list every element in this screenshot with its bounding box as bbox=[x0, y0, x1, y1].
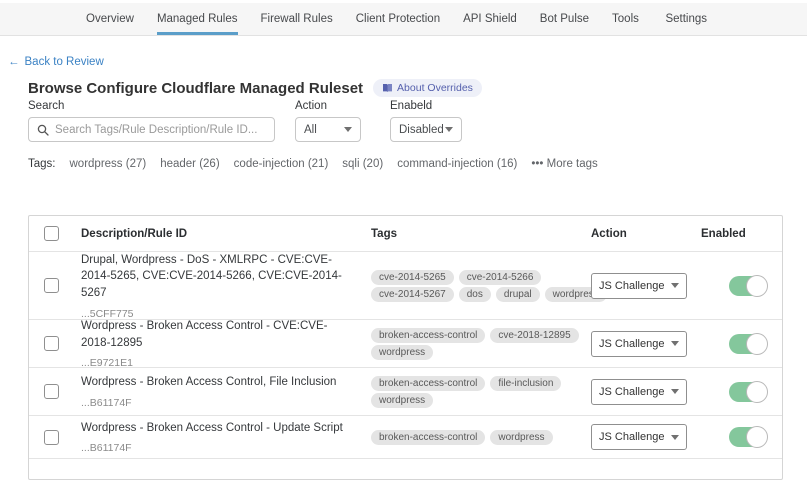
tag-filter-wordpress[interactable]: wordpress (27) bbox=[70, 158, 147, 170]
rule-id: ...B61174F bbox=[81, 397, 353, 409]
select-all-checkbox[interactable] bbox=[44, 226, 59, 241]
table-row: Drupal, Wordpress - DoS - XMLRPC - CVE:C… bbox=[29, 252, 782, 320]
toggle-knob bbox=[746, 381, 768, 403]
table-row: Wordpress - Broken Access Control - Upda… bbox=[29, 416, 782, 459]
search-box bbox=[28, 117, 275, 142]
action-dropdown-value: JS Challenge bbox=[599, 280, 664, 292]
table-row-partial bbox=[29, 459, 782, 479]
book-icon bbox=[382, 83, 393, 93]
tag-filter-sqli[interactable]: sqli (20) bbox=[342, 158, 383, 170]
page-title: Browse Configure Cloudflare Managed Rule… bbox=[28, 80, 363, 97]
tags-quick-filter-bar: Tags: wordpress (27) header (26) code-in… bbox=[28, 158, 598, 170]
about-overrides-badge[interactable]: About Overrides bbox=[373, 79, 482, 97]
page-heading-row: Browse Configure Cloudflare Managed Rule… bbox=[28, 79, 482, 97]
action-select-value: All bbox=[304, 124, 317, 136]
tab-settings[interactable]: Settings bbox=[665, 3, 707, 35]
enabled-toggle[interactable] bbox=[729, 276, 767, 296]
action-dropdown[interactable]: JS Challenge bbox=[591, 379, 687, 405]
tag-filter-command-injection[interactable]: command-injection (16) bbox=[397, 158, 517, 170]
back-to-review-link[interactable]: ← Back to Review bbox=[8, 56, 104, 68]
header-enabled: Enabled bbox=[701, 228, 782, 240]
enabled-toggle[interactable] bbox=[729, 334, 767, 354]
tag-pill: wordpress bbox=[371, 345, 433, 360]
tab-firewall-rules[interactable]: Firewall Rules bbox=[261, 3, 333, 35]
managed-rules-table: Description/Rule ID Tags Action Enabled … bbox=[28, 215, 783, 480]
tab-client-protection[interactable]: Client Protection bbox=[356, 3, 440, 35]
action-filter: Action All bbox=[295, 100, 361, 142]
search-input[interactable] bbox=[55, 124, 266, 136]
header-tags: Tags bbox=[371, 228, 591, 240]
chevron-down-icon bbox=[671, 389, 679, 394]
action-dropdown-value: JS Challenge bbox=[599, 338, 664, 350]
rule-description: Drupal, Wordpress - DoS - XMLRPC - CVE:C… bbox=[81, 252, 353, 302]
tags-bar-label: Tags: bbox=[28, 158, 56, 170]
tag-pill: file-inclusion bbox=[490, 376, 561, 391]
more-tags-button[interactable]: ••• More tags bbox=[531, 158, 597, 170]
about-overrides-label: About Overrides bbox=[397, 82, 473, 94]
row-checkbox[interactable] bbox=[44, 384, 59, 399]
rule-description: Wordpress - Broken Access Control - CVE:… bbox=[81, 318, 353, 351]
tag-pill: broken-access-control bbox=[371, 376, 485, 391]
chevron-down-icon bbox=[671, 283, 679, 288]
tag-pill: broken-access-control bbox=[371, 328, 485, 343]
toggle-knob bbox=[746, 333, 768, 355]
tab-bot-pulse[interactable]: Bot Pulse bbox=[540, 3, 589, 35]
chevron-down-icon bbox=[671, 435, 679, 440]
row-checkbox[interactable] bbox=[44, 430, 59, 445]
table-row: Wordpress - Broken Access Control, File … bbox=[29, 368, 782, 416]
action-dropdown-value: JS Challenge bbox=[599, 386, 664, 398]
tag-pill: cve-2014-5265 bbox=[371, 270, 454, 285]
action-select[interactable]: All bbox=[295, 117, 361, 142]
row-checkbox[interactable] bbox=[44, 336, 59, 351]
table-row: Wordpress - Broken Access Control - CVE:… bbox=[29, 320, 782, 368]
chevron-down-icon bbox=[445, 127, 453, 132]
action-dropdown[interactable]: JS Challenge bbox=[591, 424, 687, 450]
rule-description: Wordpress - Broken Access Control, File … bbox=[81, 374, 353, 391]
tag-filter-header[interactable]: header (26) bbox=[160, 158, 219, 170]
rule-id: ...E9721E1 bbox=[81, 357, 353, 369]
tag-pill: wordpress bbox=[371, 393, 433, 408]
row-checkbox[interactable] bbox=[44, 278, 59, 293]
action-dropdown[interactable]: JS Challenge bbox=[591, 273, 687, 299]
tag-filter-code-injection[interactable]: code-injection (21) bbox=[234, 158, 329, 170]
toggle-knob bbox=[746, 426, 768, 448]
tag-pill: cve-2018-12895 bbox=[490, 328, 578, 343]
enabled-label: Enabeld bbox=[390, 100, 462, 112]
chevron-down-icon bbox=[344, 127, 352, 132]
top-navigation-bar: Overview Managed Rules Firewall Rules Cl… bbox=[0, 3, 807, 36]
tag-pill: drupal bbox=[496, 287, 540, 302]
tag-pill: broken-access-control bbox=[371, 430, 485, 445]
header-action: Action bbox=[591, 228, 701, 240]
tag-pill: cve-2014-5267 bbox=[371, 287, 454, 302]
search-icon bbox=[37, 124, 49, 136]
header-description: Description/Rule ID bbox=[81, 228, 371, 240]
action-label: Action bbox=[295, 100, 361, 112]
nav-tabs: Overview Managed Rules Firewall Rules Cl… bbox=[86, 3, 639, 35]
tab-api-shield[interactable]: API Shield bbox=[463, 3, 517, 35]
enabled-toggle[interactable] bbox=[729, 427, 767, 447]
search-label: Search bbox=[28, 100, 275, 112]
back-link-label: Back to Review bbox=[25, 56, 104, 68]
table-header-row: Description/Rule ID Tags Action Enabled bbox=[29, 216, 782, 252]
enabled-select-value: Disabled bbox=[399, 124, 444, 136]
tag-pill: cve-2014-5266 bbox=[459, 270, 542, 285]
tab-overview[interactable]: Overview bbox=[86, 3, 134, 35]
rule-description: Wordpress - Broken Access Control - Upda… bbox=[81, 420, 353, 437]
action-dropdown-value: JS Challenge bbox=[599, 431, 664, 443]
back-arrow-icon: ← bbox=[8, 56, 20, 68]
chevron-down-icon bbox=[671, 341, 679, 346]
tag-pill: dos bbox=[459, 287, 491, 302]
action-dropdown[interactable]: JS Challenge bbox=[591, 331, 687, 357]
tag-pill: wordpress bbox=[490, 430, 552, 445]
enabled-filter: Enabeld Disabled bbox=[390, 100, 462, 142]
tab-managed-rules[interactable]: Managed Rules bbox=[157, 3, 238, 35]
tab-tools[interactable]: Tools bbox=[612, 3, 639, 35]
enabled-select[interactable]: Disabled bbox=[390, 117, 462, 142]
enabled-toggle[interactable] bbox=[729, 382, 767, 402]
rule-id: ...B61174F bbox=[81, 442, 353, 454]
search-filter: Search bbox=[28, 100, 275, 142]
toggle-knob bbox=[746, 275, 768, 297]
